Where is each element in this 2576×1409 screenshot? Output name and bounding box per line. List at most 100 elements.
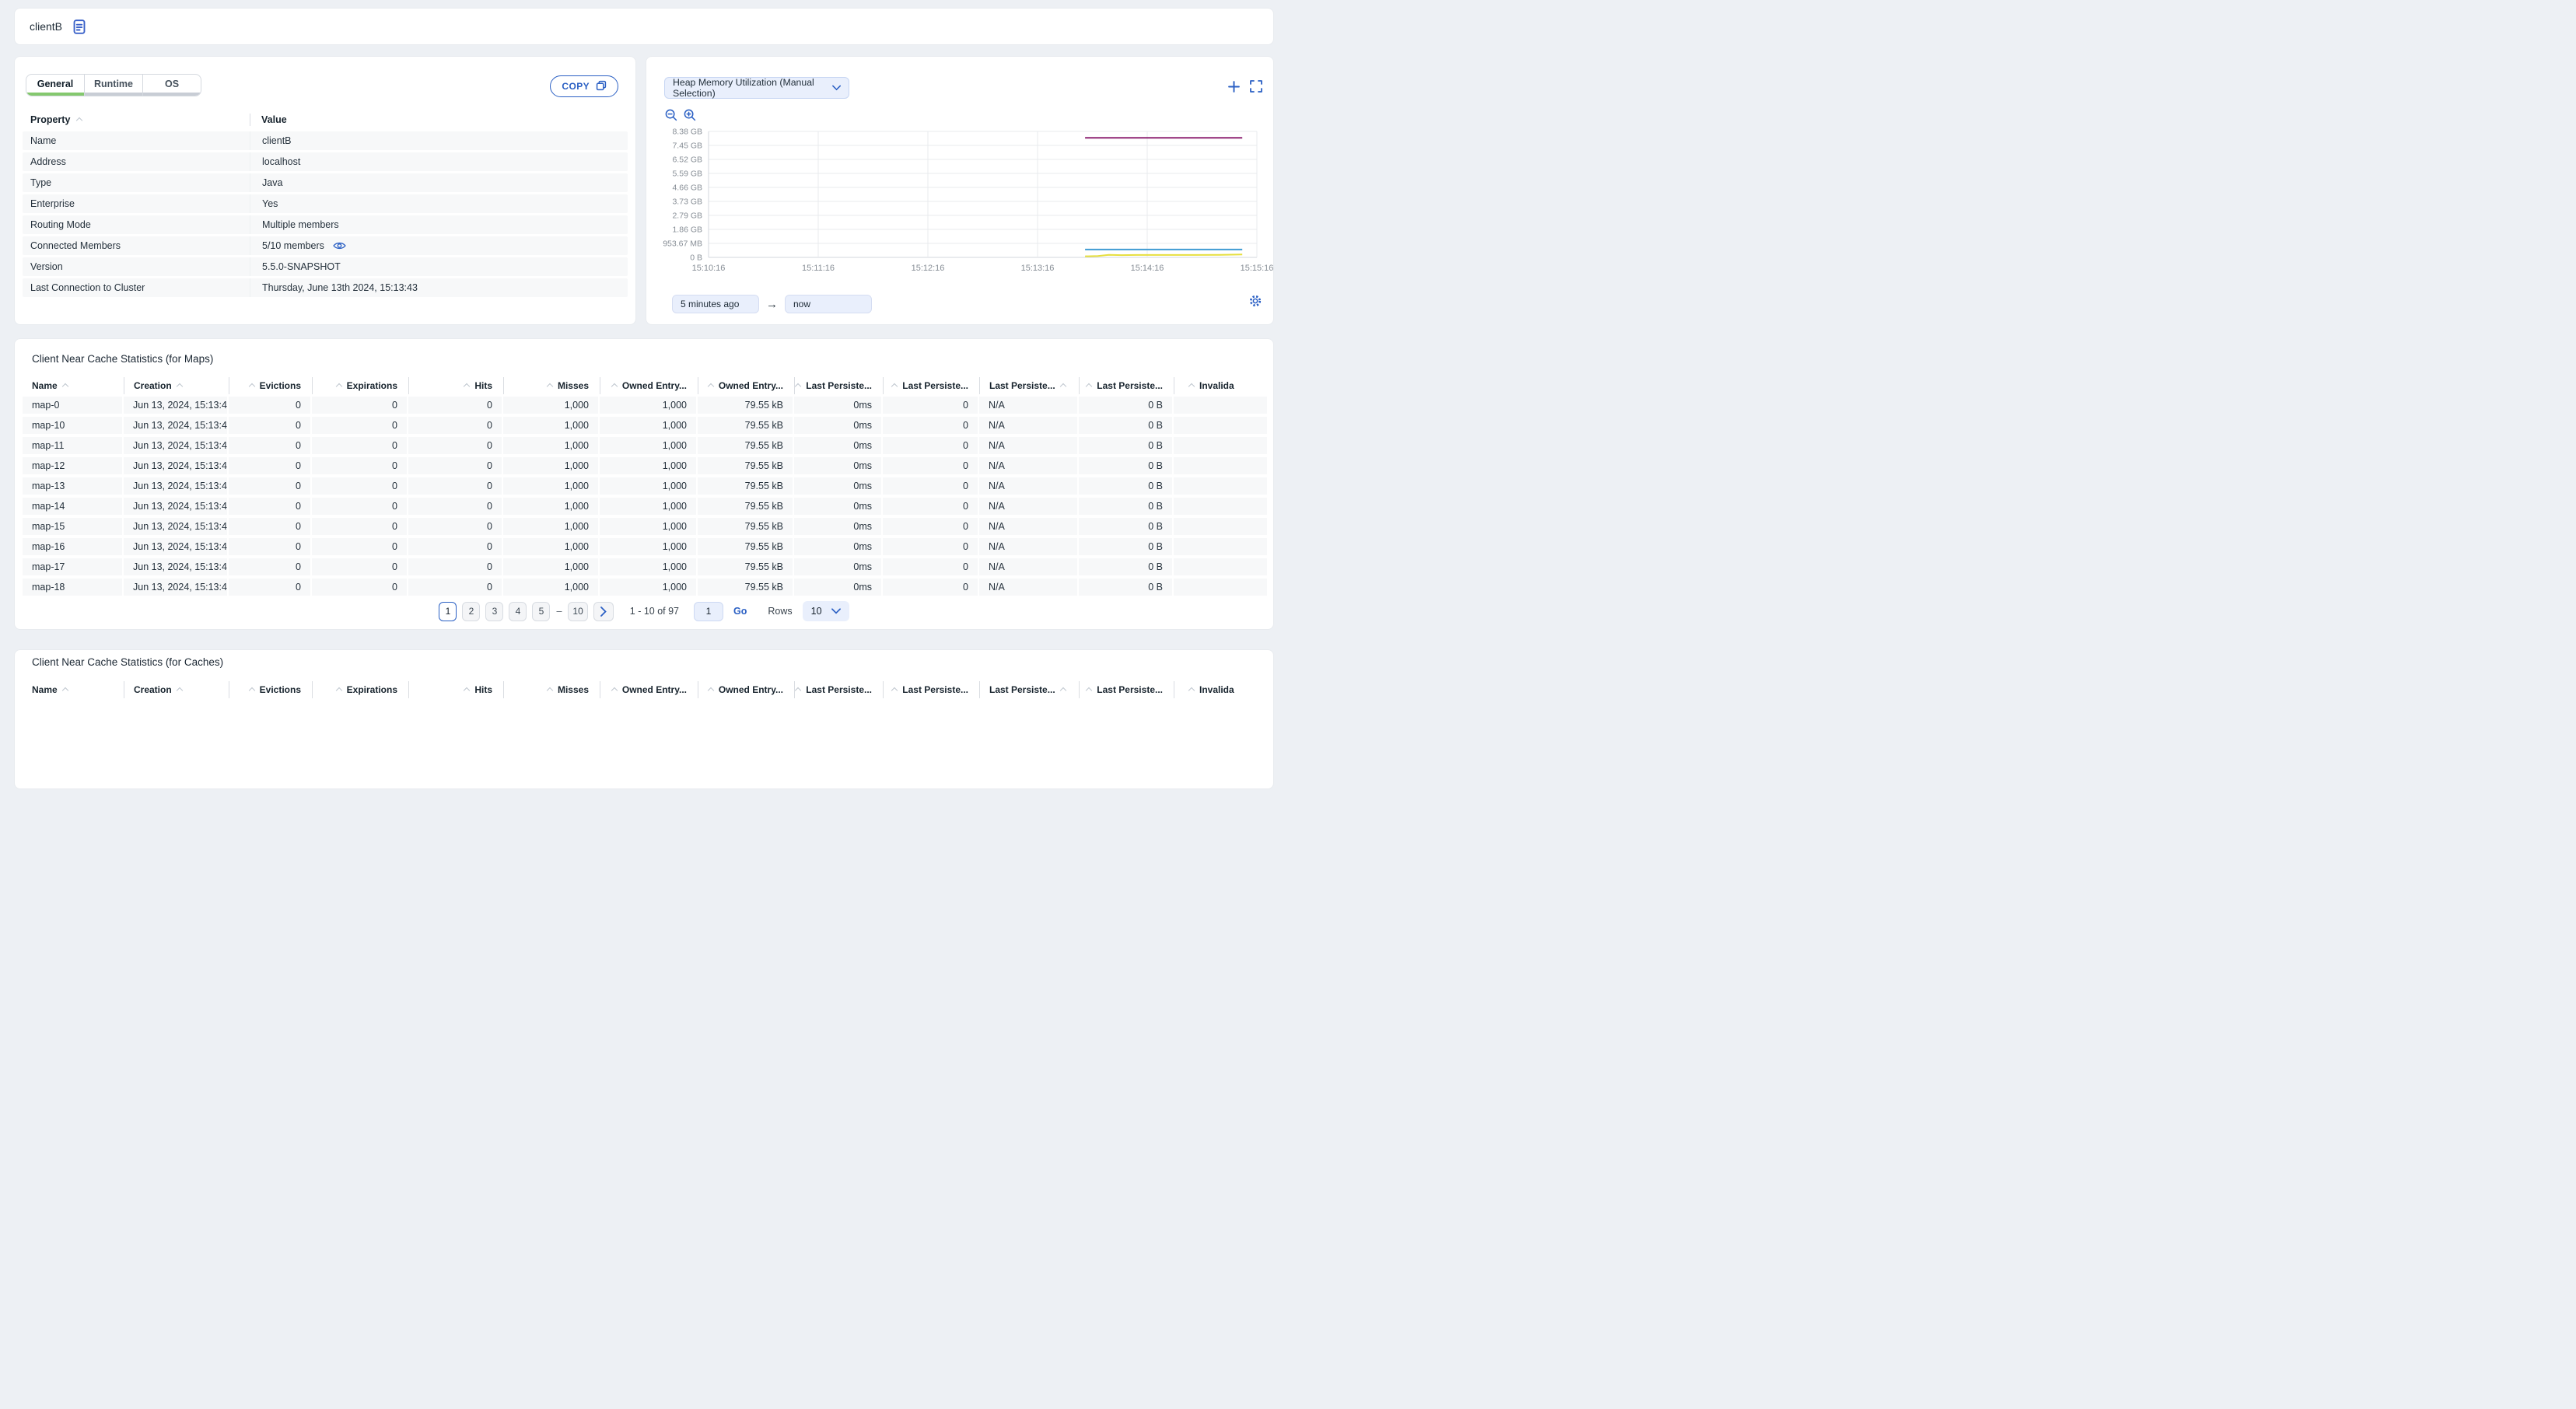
cell-last-persiste: N/A [979,538,1077,555]
cell-invalida [1174,477,1267,495]
property-name: Enterprise [30,198,75,209]
property-value: Thursday, June 13th 2024, 15:13:43 [250,278,418,297]
svg-text:3.73 GB: 3.73 GB [672,198,702,207]
page-button-4[interactable]: 4 [509,601,527,621]
next-page-button[interactable] [593,601,614,621]
chevron-up-icon [707,383,715,390]
column-header-owned-entry[interactable]: Owned Entry... [600,377,696,394]
column-label: Last Persiste... [806,380,872,391]
cell-last-persiste: 0 [883,397,978,414]
column-header-name[interactable]: Name [23,681,122,698]
cell-creation: Jun 13, 2024, 15:13:44 [124,417,227,434]
cell-name: map-11 [23,437,122,454]
page-button-1[interactable]: 1 [439,601,457,621]
cell-last-persiste: N/A [979,579,1077,596]
time-to-input[interactable] [785,295,872,313]
page-button-2[interactable]: 2 [462,601,481,621]
tab-runtime[interactable]: Runtime [84,75,142,96]
column-header-invalida[interactable]: Invalida [1174,377,1267,394]
time-from-input[interactable] [672,295,759,313]
column-header-last-persiste[interactable]: Last Persiste... [794,377,881,394]
table-row: map-14 Jun 13, 2024, 15:13:45 0 0 0 1,000 1,00… [23,498,1267,515]
zoom-out-icon[interactable] [665,109,677,121]
column-header-last-persiste[interactable]: Last Persiste... [979,377,1077,394]
cell-evictions: 0 [229,457,310,474]
column-header-creation[interactable]: Creation [124,377,227,394]
column-header-property[interactable]: Property [23,114,250,125]
table-row: map-10 Jun 13, 2024, 15:13:44 0 0 0 1,000 1,00… [23,417,1267,434]
cell-hits: 0 [408,417,502,434]
column-header-expirations[interactable]: Expirations [312,681,407,698]
cell-last-persiste: N/A [979,397,1077,414]
column-header-expirations[interactable]: Expirations [312,377,407,394]
svg-text:5.59 GB: 5.59 GB [672,170,702,179]
go-button[interactable]: Go [733,606,747,617]
column-header-creation[interactable]: Creation [124,681,227,698]
column-header-evictions[interactable]: Evictions [229,681,310,698]
plus-icon[interactable] [1228,80,1240,93]
property-value: Yes [250,194,278,213]
column-label: Invalida [1199,684,1234,695]
column-header-hits[interactable]: Hits [408,377,502,394]
zoom-in-icon[interactable] [684,109,696,121]
caches-table: Name Creation Evictions Expirations Hits Miss… [23,668,1267,698]
cell-expirations: 0 [312,579,407,596]
page-number-input[interactable] [694,601,724,621]
eye-icon[interactable] [333,241,346,250]
cell-misses: 1,000 [503,417,598,434]
cell-creation: Jun 13, 2024, 15:13:43 [124,397,227,414]
cell-last-persiste: 0 [883,518,978,535]
cell-creation: Jun 13, 2024, 15:13:44 [124,437,227,454]
maps-table-body: map-0 Jun 13, 2024, 15:13:43 0 0 0 1,000 1,000… [23,397,1267,596]
property-name: Connected Members [30,240,121,251]
metric-selector-dropdown[interactable]: Heap Memory Utilization (Manual Selectio… [664,77,849,99]
column-header-invalida[interactable]: Invalida [1174,681,1267,698]
cell-misses: 1,000 [503,498,598,515]
cell-hits: 0 [408,579,502,596]
column-header-last-persiste[interactable]: Last Persiste... [979,681,1077,698]
column-header-last-persiste[interactable]: Last Persiste... [1079,681,1172,698]
cell-last-persiste: 0 B [1079,457,1172,474]
cell-evictions: 0 [229,558,310,575]
cell-evictions: 0 [229,498,310,515]
column-header-misses[interactable]: Misses [503,377,598,394]
column-header-misses[interactable]: Misses [503,681,598,698]
tab-os[interactable]: OS [142,75,201,96]
copy-button[interactable]: COPY [550,75,618,97]
cell-last-persiste: 0 [883,417,978,434]
svg-text:6.52 GB: 6.52 GB [672,156,702,165]
cell-expirations: 0 [312,397,407,414]
cell-owned-entry: 1,000 [600,457,696,474]
column-header-name[interactable]: Name [23,377,122,394]
gear-icon[interactable] [1248,294,1262,312]
cell-evictions: 0 [229,579,310,596]
column-header-last-persiste[interactable]: Last Persiste... [883,681,978,698]
column-header-hits[interactable]: Hits [408,681,502,698]
column-header-evictions[interactable]: Evictions [229,377,310,394]
column-header-owned-entry[interactable]: Owned Entry... [698,681,793,698]
svg-text:8.38 GB: 8.38 GB [672,128,702,137]
cell-expirations: 0 [312,457,407,474]
cell-expirations: 0 [312,477,407,495]
rows-per-page-dropdown[interactable]: 10 [802,601,849,621]
property-row-type: Type Java [23,173,628,192]
fullscreen-icon[interactable] [1250,80,1262,93]
cell-creation: Jun 13, 2024, 15:13:45 [124,538,227,555]
property-table-body: Name clientB Address localhost Type Java Enter… [23,131,628,297]
column-header-last-persiste[interactable]: Last Persiste... [794,681,881,698]
page-button-last[interactable]: 10 [568,601,588,621]
maps-table-header: Name Creation Evictions Expirations Hits Miss… [23,377,1267,394]
cell-last-persiste: 0ms [794,477,881,495]
page-button-3[interactable]: 3 [485,601,504,621]
column-header-last-persiste[interactable]: Last Persiste... [1079,377,1172,394]
column-header-last-persiste[interactable]: Last Persiste... [883,377,978,394]
file-text-icon[interactable] [73,19,86,34]
cell-owned-entry: 79.55 kB [698,498,793,515]
page-button-5[interactable]: 5 [532,601,551,621]
tab-general[interactable]: General [26,75,84,96]
property-name: Name [30,135,57,146]
column-header-owned-entry[interactable]: Owned Entry... [600,681,696,698]
column-label: Last Persiste... [902,684,968,695]
chevron-up-icon [1086,687,1093,694]
column-header-owned-entry[interactable]: Owned Entry... [698,377,793,394]
